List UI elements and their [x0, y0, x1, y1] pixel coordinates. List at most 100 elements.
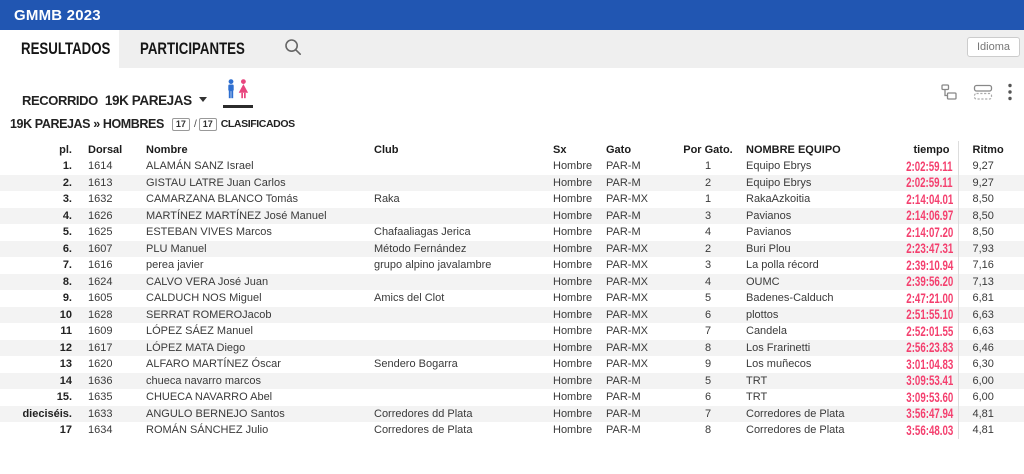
- cell-gato: PAR-MX: [600, 274, 678, 291]
- time-value: 3:09:53.41: [906, 373, 953, 388]
- time-value: 2:51:55.10: [906, 307, 953, 322]
- gender-filter-active-underline: [223, 105, 253, 108]
- cell-pl: 8.: [0, 274, 78, 291]
- cell-pl: 5.: [0, 224, 78, 241]
- cell-por_gato: 8: [678, 422, 738, 439]
- cell-nombre: ALFARO MARTÍNEZ Óscar: [136, 356, 364, 373]
- cell-club: Chafaaliagas Jerica: [364, 224, 542, 241]
- table-row[interactable]: 1.1614ALAMÁN SANZ IsraelHombrePAR-M1Equi…: [0, 158, 1024, 175]
- cell-gato: PAR-M: [600, 224, 678, 241]
- table-row[interactable]: 5.1625ESTEBAN VIVES MarcosChafaaliagas J…: [0, 224, 1024, 241]
- table-row[interactable]: 8.1624CALVO VERA José JuanHombrePAR-MX4O…: [0, 274, 1024, 291]
- cell-dorsal: 1628: [78, 307, 136, 324]
- view-options: [940, 83, 1016, 106]
- cell-gato: PAR-MX: [600, 356, 678, 373]
- cell-tiempo: 3:09:53.41: [888, 373, 958, 390]
- cell-nombre: perea javier: [136, 257, 364, 274]
- cell-club: [364, 340, 542, 357]
- table-row[interactable]: 7.1616perea javiergrupo alpino javalambr…: [0, 257, 1024, 274]
- time-value: 2:14:07.20: [906, 225, 953, 240]
- cell-equipo: Los Frarinetti: [738, 340, 888, 357]
- time-value: 2:14:04.01: [906, 192, 953, 207]
- column-header-nombre: Nombre: [136, 141, 364, 158]
- male-female-icon: [224, 79, 251, 104]
- cell-club: [364, 158, 542, 175]
- category-subheader: 19K PAREJAS » HOMBRES 17 / 17 CLASIFICAD…: [0, 108, 1024, 132]
- cell-por_gato: 7: [678, 406, 738, 423]
- classified-total: 17: [199, 118, 217, 131]
- table-row[interactable]: 15.1635CHUECA NAVARRO AbelHombrePAR-M6TR…: [0, 389, 1024, 406]
- language-button[interactable]: Idioma: [967, 37, 1020, 57]
- table-row[interactable]: 9.1605CALDUCH NOS MiguelAmics del ClotHo…: [0, 290, 1024, 307]
- cell-equipo: Equipo Ebrys: [738, 158, 888, 175]
- podium-view-button[interactable]: [940, 83, 958, 106]
- column-header-dorsal: Dorsal: [78, 141, 136, 158]
- cell-club: grupo alpino javalambre: [364, 257, 542, 274]
- more-options-button[interactable]: [1008, 83, 1012, 106]
- cell-pl: 13: [0, 356, 78, 373]
- cell-nombre: ESTEBAN VIVES Marcos: [136, 224, 364, 241]
- cell-ritmo: 6,63: [958, 307, 1024, 324]
- cell-tiempo: 2:51:55.10: [888, 307, 958, 324]
- table-row[interactable]: 171634ROMÁN SÁNCHEZ JulioCorredores de P…: [0, 422, 1024, 439]
- chevron-down-icon: [199, 97, 207, 102]
- table-row[interactable]: 131620ALFARO MARTÍNEZ ÓscarSendero Bogar…: [0, 356, 1024, 373]
- gender-filter-button[interactable]: [223, 79, 253, 108]
- cell-sx: Hombre: [542, 356, 600, 373]
- time-value: 2:23:47.31: [906, 241, 953, 256]
- column-header-ritmo: Ritmo: [958, 141, 1024, 158]
- search-button[interactable]: [283, 30, 303, 68]
- cell-equipo: Corredores de Plata: [738, 406, 888, 423]
- cell-por_gato: 8: [678, 340, 738, 357]
- cell-dorsal: 1626: [78, 208, 136, 225]
- cell-ritmo: 7,16: [958, 257, 1024, 274]
- table-row[interactable]: dieciséis.1633ANGULO BERNEJO SantosCorre…: [0, 406, 1024, 423]
- recorrido-dropdown[interactable]: 19K PAREJAS: [105, 93, 207, 108]
- time-value: 3:09:53.60: [906, 390, 953, 405]
- cell-tiempo: 3:56:47.94: [888, 406, 958, 423]
- cell-equipo: OUMC: [738, 274, 888, 291]
- cell-club: Raka: [364, 191, 542, 208]
- time-value: 2:39:56.20: [906, 274, 953, 289]
- table-row[interactable]: 121617LÓPEZ MATA DiegoHombrePAR-MX8Los F…: [0, 340, 1024, 357]
- cell-por_gato: 5: [678, 373, 738, 390]
- column-header-por_gato: Por Gato.: [678, 141, 738, 158]
- column-header-equipo: NOMBRE EQUIPO: [738, 141, 888, 158]
- cell-pl: 3.: [0, 191, 78, 208]
- cell-dorsal: 1616: [78, 257, 136, 274]
- classified-count: 17: [172, 118, 190, 131]
- table-row[interactable]: 4.1626MARTÍNEZ MARTÍNEZ José ManuelHombr…: [0, 208, 1024, 225]
- cell-ritmo: 6,81: [958, 290, 1024, 307]
- cell-equipo: Corredores de Plata: [738, 422, 888, 439]
- column-header-club: Club: [364, 141, 542, 158]
- table-row[interactable]: 111609LÓPEZ SÁEZ ManuelHombrePAR-MX7Cand…: [0, 323, 1024, 340]
- tab-participantes[interactable]: PARTICIPANTES: [119, 30, 245, 68]
- list-view-button[interactable]: [973, 83, 993, 106]
- cell-dorsal: 1605: [78, 290, 136, 307]
- table-row[interactable]: 3.1632CAMARZANA BLANCO TomásRakaHombrePA…: [0, 191, 1024, 208]
- cell-dorsal: 1607: [78, 241, 136, 258]
- cell-tiempo: 2:39:56.20: [888, 274, 958, 291]
- cell-sx: Hombre: [542, 158, 600, 175]
- cell-nombre: PLU Manuel: [136, 241, 364, 258]
- table-row[interactable]: 2.1613GISTAU LATRE Juan CarlosHombrePAR-…: [0, 175, 1024, 192]
- cell-equipo: Pavianos: [738, 224, 888, 241]
- app-header: GMMB 2023: [0, 0, 1024, 30]
- tab-resultados[interactable]: RESULTADOS: [0, 30, 119, 68]
- page-title: GMMB 2023: [14, 7, 101, 24]
- table-row[interactable]: 6.1607PLU ManuelMétodo FernándezHombrePA…: [0, 241, 1024, 258]
- cell-dorsal: 1624: [78, 274, 136, 291]
- cell-ritmo: 6,30: [958, 356, 1024, 373]
- cell-sx: Hombre: [542, 422, 600, 439]
- recorrido-label: RECORRIDO: [22, 93, 98, 108]
- cell-sx: Hombre: [542, 175, 600, 192]
- cell-por_gato: 5: [678, 290, 738, 307]
- time-value: 2:39:10.94: [906, 258, 953, 273]
- time-value: 2:56:23.83: [906, 340, 953, 355]
- table-row[interactable]: 101628SERRAT ROMEROJacobHombrePAR-MX6plo…: [0, 307, 1024, 324]
- cell-pl: 15.: [0, 389, 78, 406]
- table-row[interactable]: 141636chueca navarro marcosHombrePAR-M5T…: [0, 373, 1024, 390]
- cell-nombre: chueca navarro marcos: [136, 373, 364, 390]
- cell-club: [364, 323, 542, 340]
- cell-nombre: ROMÁN SÁNCHEZ Julio: [136, 422, 364, 439]
